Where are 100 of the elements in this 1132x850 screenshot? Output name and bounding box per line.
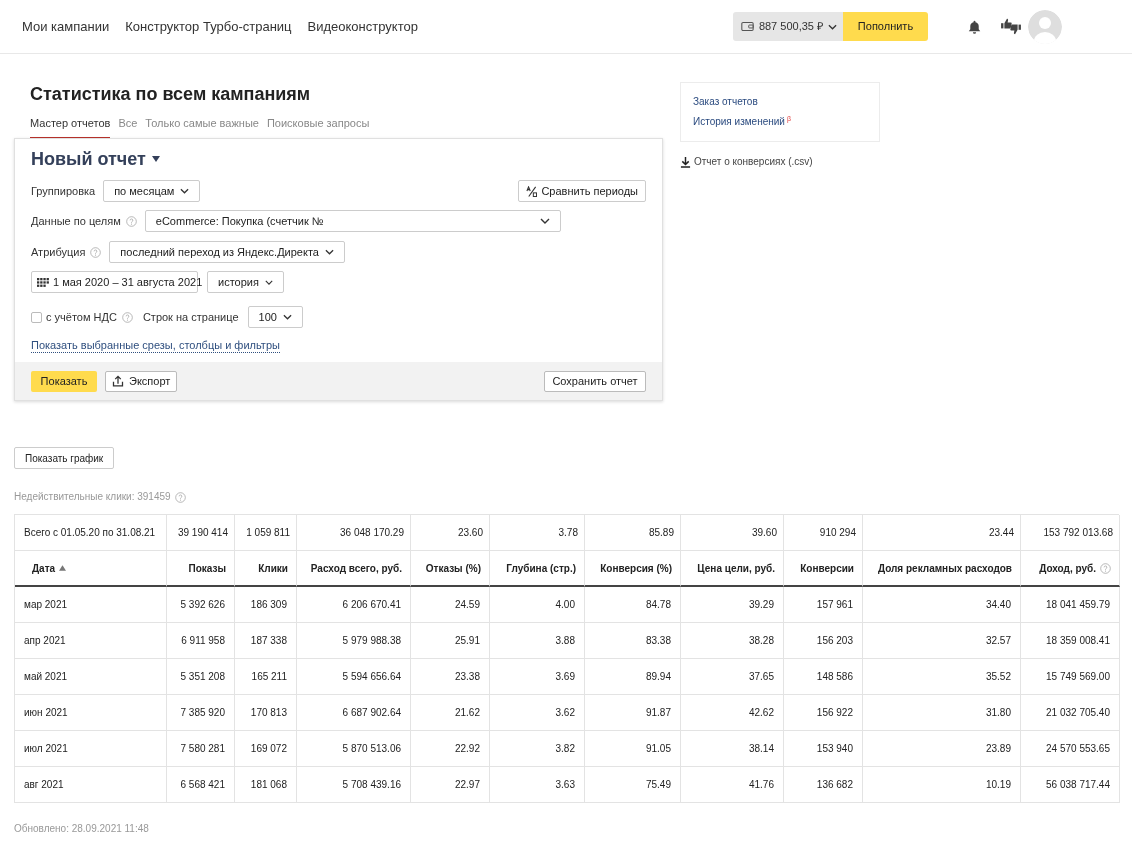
table-cell: 23.38 [411, 659, 490, 695]
column-header[interactable]: Отказы (%) [425, 560, 481, 576]
download-link[interactable]: Отчет о конверсиях (.csv) [694, 155, 813, 169]
rows-per-page-select[interactable]: 100 [247, 306, 303, 328]
attribution-select[interactable]: последний переход из Яндекс.Директа [109, 241, 345, 263]
table-cell: 186 309 [235, 587, 297, 623]
table-cell: май 2021 [15, 659, 167, 695]
invalid-clicks-text: Недействительные клики: 391459 [14, 491, 171, 503]
show-button[interactable]: Показать [31, 370, 97, 392]
table-cell: 187 338 [235, 623, 297, 659]
panel-link[interactable]: Заказ отчетов [693, 95, 758, 109]
table-cell: 6 568 421 [167, 767, 235, 803]
table-cell: 35.52 [863, 659, 1021, 695]
form-label: Данные по целям [31, 213, 121, 229]
table-cell: 157 961 [784, 587, 863, 623]
table-cell: 32.57 [863, 623, 1021, 659]
column-header[interactable]: Цена цели, руб. [697, 560, 775, 576]
table-cell: 56 038 717.44 [1021, 767, 1120, 803]
table-cell: 91.87 [585, 695, 681, 731]
nav-link[interactable]: Мои кампании [22, 16, 110, 37]
calendar-icon [37, 277, 49, 287]
panel-link[interactable]: История изменений [693, 115, 785, 129]
totals-cell: 153 792 013.68 [1021, 515, 1120, 551]
column-header[interactable]: Клики [258, 560, 288, 576]
table-cell: 3.63 [490, 767, 585, 803]
table-cell: авг 2021 [15, 767, 167, 803]
form-label: Группировка [31, 183, 96, 199]
table-cell: 5 870 513.06 [297, 731, 411, 767]
column-header[interactable]: Глубина (стр.) [506, 560, 576, 576]
updated-text: Обновлено: 28.09.2021 11:48 [14, 823, 149, 835]
table-cell: 83.38 [585, 623, 681, 659]
form-label: Строк на странице [142, 309, 239, 325]
goals-select[interactable]: eCommerce: Покупка (счетчик № [144, 210, 561, 232]
compare-periods-button[interactable]: Сравнить периоды [518, 180, 646, 202]
avatar-icon [1028, 9, 1062, 44]
balance-dropdown[interactable]: 887 500,35 ₽ [732, 12, 843, 41]
table-cell: 4.00 [490, 587, 585, 623]
totals-cell: 1 059 811 [235, 515, 297, 551]
chevron-down-icon [264, 279, 273, 285]
export-button[interactable]: Экспорт [105, 370, 178, 392]
table-cell: 34.40 [863, 587, 1021, 623]
grouping-select[interactable]: по месяцам [103, 180, 201, 202]
help-icon [90, 246, 102, 258]
compare-icon [526, 185, 538, 197]
totals-cell: 23.60 [411, 515, 490, 551]
table-cell: 156 203 [784, 623, 863, 659]
table-cell: 6 206 670.41 [297, 587, 411, 623]
nav-link[interactable]: Конструктор Турбо-страниц [125, 16, 292, 37]
page-title: Статистика по всем кампаниям [29, 83, 312, 106]
table-cell: 6 911 958 [167, 623, 235, 659]
tab[interactable]: Поисковые запросы [266, 116, 370, 138]
table-cell: 22.97 [411, 767, 490, 803]
table-cell: 6 687 902.64 [297, 695, 411, 731]
table-cell: 7 580 281 [167, 731, 235, 767]
save-report-button[interactable]: Сохранить отчет [544, 370, 646, 392]
table-cell: 37.65 [681, 659, 784, 695]
table-cell: июн 2021 [15, 695, 167, 731]
table-cell: 136 682 [784, 767, 863, 803]
tab[interactable]: Все [118, 116, 138, 138]
column-header[interactable]: Расход всего, руб. [310, 560, 402, 576]
table-cell: 41.76 [681, 767, 784, 803]
table-cell: 153 940 [784, 731, 863, 767]
totals-cell: 39.60 [681, 515, 784, 551]
table-cell: 181 068 [235, 767, 297, 803]
table-cell: 22.92 [411, 731, 490, 767]
top-up-button[interactable]: Пополнить [843, 12, 928, 41]
checkbox[interactable] [31, 311, 42, 323]
table-cell: 5 979 988.38 [297, 623, 411, 659]
table-cell: 156 922 [784, 695, 863, 731]
column-header[interactable]: Дата [32, 560, 56, 576]
period-select[interactable]: история [207, 271, 284, 293]
filters-link[interactable]: Показать выбранные срезы, столбцы и фильтры [31, 338, 280, 353]
table-cell: 5 392 626 [167, 587, 235, 623]
column-header[interactable]: Доля рекламных расходов [877, 560, 1012, 576]
bell-icon [967, 18, 982, 35]
table-cell: 42.62 [681, 695, 784, 731]
nav-link[interactable]: Видеоконструктор [307, 16, 418, 37]
totals-cell: 910 294 [784, 515, 863, 551]
tab[interactable]: Только самые важные [145, 116, 259, 138]
column-header[interactable]: Показы [188, 560, 226, 576]
show-chart-button[interactable]: Показать график [14, 447, 115, 469]
totals-cell: Всего с 01.05.20 по 31.08.21 [15, 515, 167, 551]
chevron-down-icon [539, 218, 550, 224]
table-cell: 23.89 [863, 731, 1021, 767]
column-header[interactable]: Конверсии [800, 560, 854, 576]
table-cell: 21.62 [411, 695, 490, 731]
table-cell: 75.49 [585, 767, 681, 803]
help-icon [174, 491, 186, 503]
upload-icon [112, 375, 124, 387]
table-cell: 39.29 [681, 587, 784, 623]
table-cell: 18 359 008.41 [1021, 623, 1120, 659]
column-header[interactable]: Доход, руб. [1039, 560, 1096, 576]
table-cell: 5 594 656.64 [297, 659, 411, 695]
column-header[interactable]: Конверсия (%) [600, 560, 672, 576]
table-cell: 5 708 439.16 [297, 767, 411, 803]
help-icon [125, 215, 137, 227]
table-cell: 89.94 [585, 659, 681, 695]
table-cell: 91.05 [585, 731, 681, 767]
form-label: Атрибуция [31, 244, 86, 260]
table-cell: 21 032 705.40 [1021, 695, 1120, 731]
